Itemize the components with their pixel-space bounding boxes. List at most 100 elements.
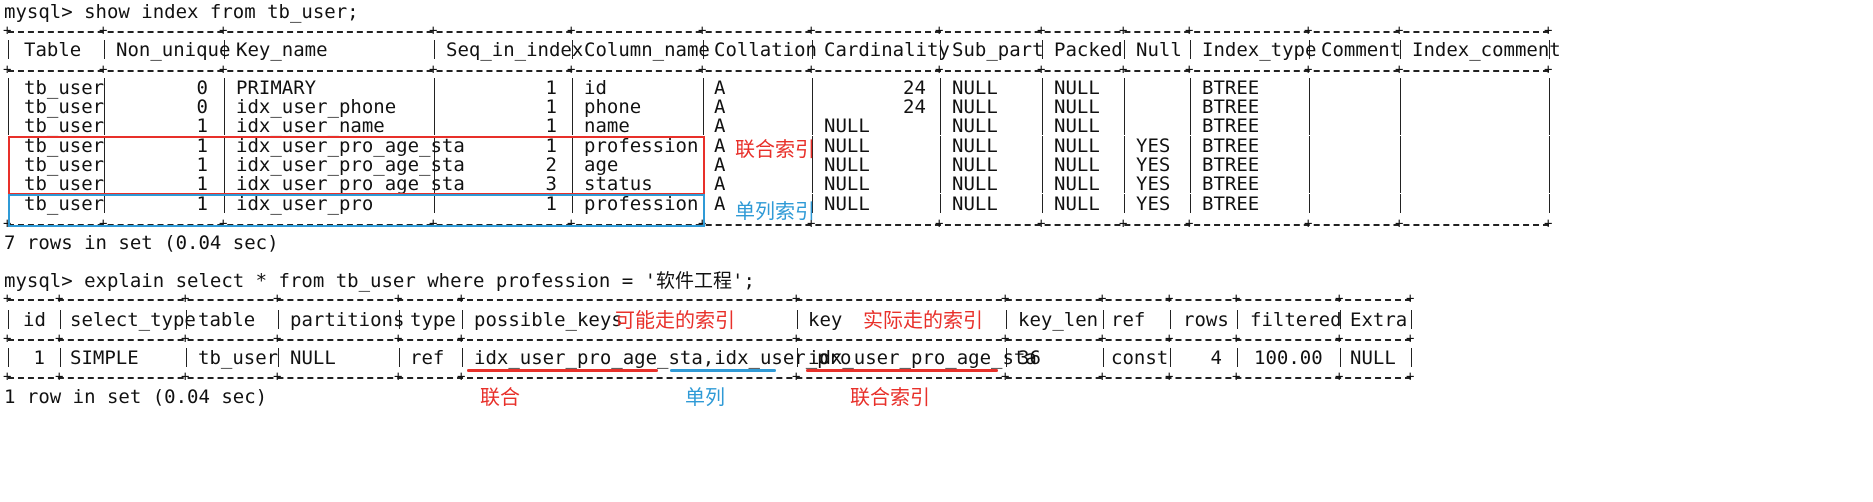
table-column-divider <box>60 348 61 367</box>
column-header: id <box>23 309 46 331</box>
table-border-plus: + <box>3 369 12 385</box>
table-column-divider <box>812 174 813 193</box>
column-header: partitions <box>290 309 405 331</box>
table-column-divider <box>434 40 435 59</box>
column-header: Seq_in_index <box>446 39 584 61</box>
column-header: Collation <box>714 39 817 61</box>
table-column-divider <box>1124 97 1125 116</box>
table-border-plus: + <box>1232 331 1241 347</box>
terminal-window: mysql> show index from tb_user; + + + + + + + + +… <box>0 0 1873 502</box>
table-column-divider <box>940 155 941 174</box>
table-column-divider <box>8 310 9 329</box>
table-cell: 1 <box>196 115 208 137</box>
table-bottom-border <box>8 377 1411 379</box>
table-column-divider <box>1190 136 1191 155</box>
table-border-plus: + <box>792 291 801 307</box>
actual-key-underline <box>806 369 998 372</box>
table-cell: 1 <box>33 347 45 369</box>
single-index-label: 单列索引 <box>735 199 815 223</box>
table-border-plus: + <box>567 23 576 39</box>
header-separator <box>8 339 1411 341</box>
table-column-divider <box>1549 78 1550 97</box>
table-border-plus: + <box>1406 331 1415 347</box>
table-border-plus: + <box>219 23 228 39</box>
table-cell: 100.00 <box>1254 347 1323 369</box>
table-border-plus: + <box>3 23 12 39</box>
table-column-divider <box>8 40 9 59</box>
table-border-plus: + <box>1395 23 1404 39</box>
table-cell: A <box>714 115 726 137</box>
table-cell: NULL <box>1054 115 1100 137</box>
table-column-divider <box>1042 136 1043 155</box>
table-column-divider <box>1549 155 1550 174</box>
table-column-divider <box>1042 155 1043 174</box>
table-border-plus: + <box>1098 291 1107 307</box>
table-column-divider <box>1549 136 1550 155</box>
table-column-divider <box>812 116 813 135</box>
table-cell: name <box>584 115 630 137</box>
table-column-divider <box>1190 116 1191 135</box>
table-border-plus: + <box>219 62 228 78</box>
table-cell: NULL <box>290 347 336 369</box>
table-column-divider <box>224 97 225 116</box>
table-border-plus: + <box>1119 216 1128 232</box>
table-column-divider <box>1309 155 1310 174</box>
column-header: Packed <box>1054 39 1123 61</box>
table-border-plus: + <box>698 62 707 78</box>
table-column-divider <box>278 348 279 367</box>
table-border-plus: + <box>792 369 801 385</box>
table-border-plus: + <box>3 62 12 78</box>
table-column-divider <box>1400 97 1401 116</box>
result-line: 1 row in set (0.04 sec) <box>4 386 268 408</box>
table-border-plus: + <box>457 291 466 307</box>
table-column-divider <box>572 97 573 116</box>
result-line: 7 rows in set (0.04 sec) <box>4 232 279 254</box>
table-border-plus: + <box>1185 216 1194 232</box>
table-column-divider <box>8 78 9 97</box>
composite-index-box <box>8 136 705 195</box>
table-border-plus: + <box>429 62 438 78</box>
table-top-border <box>8 299 1411 301</box>
table-column-divider <box>434 78 435 97</box>
composite-label: 联合 <box>480 385 520 409</box>
table-cell: tb_user <box>24 115 105 137</box>
table-border-plus: + <box>1119 23 1128 39</box>
composite-index-label: 联合索引 <box>735 137 815 161</box>
table-column-divider <box>1190 40 1191 59</box>
table-cell: NULL <box>952 193 998 215</box>
single-label: 单列 <box>685 385 725 409</box>
table-column-divider <box>104 97 105 116</box>
table-column-divider <box>224 78 225 97</box>
table-cell: 1 <box>545 115 557 137</box>
table-border-plus: + <box>1037 62 1046 78</box>
table-column-divider <box>1400 174 1401 193</box>
table-border-plus: + <box>1185 62 1194 78</box>
table-border-plus: + <box>181 369 190 385</box>
table-column-divider <box>399 348 400 367</box>
prompt-line: mysql> explain select * from tb_user whe… <box>4 270 755 292</box>
table-cell: idx_user_pro_age_sta,idx_user_pro <box>474 347 852 369</box>
table-column-divider <box>1400 78 1401 97</box>
column-header: Non_unique <box>116 39 231 61</box>
table-column-divider <box>797 310 798 329</box>
table-column-divider <box>1309 97 1310 116</box>
table-border-plus: + <box>1232 369 1241 385</box>
table-cell: 36 <box>1018 347 1041 369</box>
table-border-plus: + <box>1001 331 1010 347</box>
table-border-plus: + <box>1544 62 1553 78</box>
column-header: table <box>198 309 256 331</box>
table-column-divider <box>940 78 941 97</box>
column-header: Key_name <box>236 39 328 61</box>
table-border-plus: + <box>1232 291 1241 307</box>
column-header: possible_keys <box>474 309 623 331</box>
column-header: Extra <box>1350 309 1408 331</box>
actual-index-label: 实际走的索引 <box>863 308 983 332</box>
table-column-divider <box>1190 194 1191 213</box>
table-column-divider <box>1309 136 1310 155</box>
table-column-divider <box>1190 97 1191 116</box>
table-cell: SIMPLE <box>70 347 139 369</box>
table-column-divider <box>572 116 573 135</box>
table-border-plus: + <box>935 23 944 39</box>
table-column-divider <box>1190 78 1191 97</box>
table-border-plus: + <box>1165 369 1174 385</box>
